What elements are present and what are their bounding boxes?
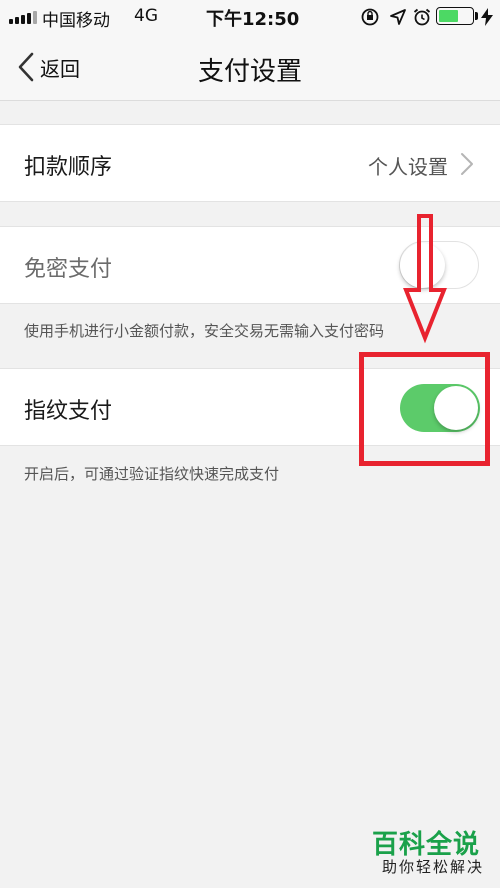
carrier-name: 中国移动 — [42, 11, 110, 31]
fingerprint-hint: 开启后，可通过验证指纹快速完成支付 — [24, 465, 280, 483]
network-type: 4G — [134, 6, 158, 26]
deduction-order-value: 个人设置 — [368, 155, 448, 179]
signal-icon — [9, 11, 37, 24]
location-icon — [390, 9, 406, 25]
battery-icon — [436, 7, 474, 25]
status-time: 下午12:50 — [206, 9, 300, 30]
deduction-order-row[interactable]: 扣款顺序 个人设置 — [0, 124, 500, 202]
fingerprint-label: 指纹支付 — [24, 399, 113, 424]
nav-bar: 返回 支付设置 — [0, 34, 500, 101]
highlight-box-annotation — [359, 352, 490, 466]
password-free-label: 免密支付 — [24, 257, 113, 282]
chevron-right-icon — [461, 153, 473, 175]
charging-icon — [481, 8, 493, 26]
watermark-logo: 百科全说 助你轻松解决 — [368, 822, 492, 882]
deduction-order-label: 扣款顺序 — [24, 155, 113, 180]
alarm-icon — [413, 8, 431, 26]
password-free-hint: 使用手机进行小金额付款，安全交易无需输入支付密码 — [24, 322, 385, 340]
rotation-lock-icon — [361, 8, 379, 26]
page-title: 支付设置 — [197, 57, 302, 87]
watermark-subtitle: 助你轻松解决 — [382, 858, 485, 876]
status-bar: 中国移动 4G 下午12:50 — [0, 0, 500, 34]
battery-tip — [475, 12, 478, 20]
red-arrow-annotation — [403, 214, 447, 344]
